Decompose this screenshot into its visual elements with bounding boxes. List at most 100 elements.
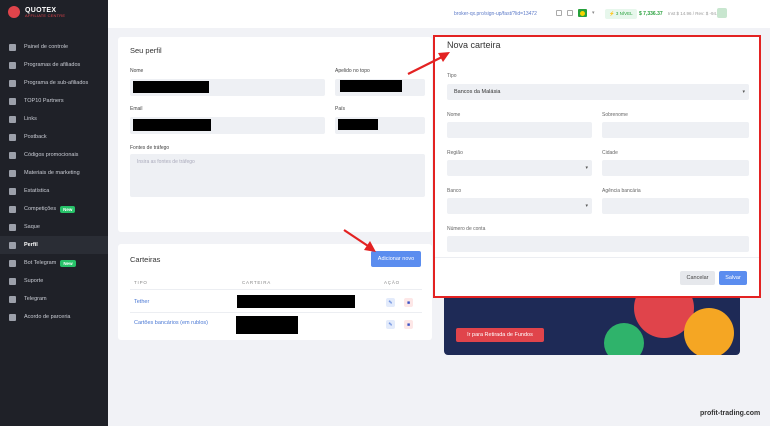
sidebar-item-label: Suporte: [24, 278, 44, 284]
sidebar-item-label: Competições: [24, 206, 57, 212]
trash-icon[interactable]: ■: [404, 320, 413, 329]
trash-icon[interactable]: ■: [404, 298, 413, 307]
name-label: Nome: [130, 68, 144, 74]
city-input[interactable]: [602, 160, 749, 176]
chevron-down-icon[interactable]: ▾: [592, 10, 595, 16]
qr-icon[interactable]: [567, 10, 573, 16]
sidebar-item-label: Postback: [24, 134, 47, 140]
sidebar-item-label: Bot Telegram: [24, 260, 57, 266]
grid-icon: [9, 43, 16, 51]
folder-icon: [9, 61, 16, 69]
row-divider: [130, 289, 422, 290]
sidebar-item-label: Acordo de parceria: [24, 314, 71, 320]
level-badge: ⚡ 3 NÍVEL: [605, 9, 637, 19]
telegram-icon: [9, 295, 16, 303]
sidebar-item-7[interactable]: Materiais de marketing: [0, 164, 108, 182]
sidebar-item-1[interactable]: Programas de afiliados: [0, 56, 108, 74]
sidebar-item-label: Links: [24, 116, 37, 122]
brazil-flag-icon[interactable]: [578, 9, 587, 17]
copy-icon[interactable]: [556, 10, 562, 16]
traffic-label: Fontes de tráfego: [130, 145, 170, 151]
trophy-icon: [9, 205, 16, 213]
country-label: País: [335, 106, 346, 112]
sidebar-item-13[interactable]: Suporte: [0, 272, 108, 290]
modal-title: Nova carteira: [447, 40, 501, 50]
sidebar-item-15[interactable]: Acordo de parceria: [0, 308, 108, 326]
sidebar-item-14[interactable]: Telegram: [0, 290, 108, 308]
annotation-arrow-modal: [407, 52, 450, 75]
cancel-button[interactable]: Cancelar: [680, 271, 715, 285]
edit-icon[interactable]: ✎: [386, 298, 395, 307]
sidebar-item-0[interactable]: Painel de controle: [0, 38, 108, 56]
sidebar-item-12[interactable]: Bot Telegram New: [0, 254, 108, 272]
sidebar-item-3[interactable]: TOP10 Partners: [0, 92, 108, 110]
redacted-name: [133, 81, 209, 93]
document-icon: [9, 313, 16, 321]
type-select[interactable]: Bancos da Malásia ▾: [447, 84, 749, 100]
sidebar-item-5[interactable]: Postback: [0, 128, 108, 146]
surname-input[interactable]: [602, 122, 749, 138]
sidebar-item-label: Materiais de marketing: [24, 170, 80, 176]
sidebar-item-label: Estatística: [24, 188, 50, 194]
decorative-circle: [684, 308, 734, 355]
referral-url[interactable]: broker-qx.pro/sign-up/fast/?lid=13472: [454, 11, 537, 17]
bot-icon: [9, 259, 16, 267]
sidebar-item-8[interactable]: Estatística: [0, 182, 108, 200]
new-badge: New: [60, 259, 76, 267]
pie-chart-icon: [9, 187, 16, 195]
redacted-country: [338, 119, 378, 130]
sidebar-item-label: TOP10 Partners: [24, 98, 64, 104]
nickname-label: Apelido no topo: [335, 68, 370, 74]
region-label: Região: [447, 150, 463, 156]
avatar[interactable]: [717, 8, 727, 18]
balance: $ 7,336.37: [639, 11, 663, 17]
edit-icon[interactable]: ✎: [386, 320, 395, 329]
sidebar-menu: Painel de controle Programas de afiliados…: [0, 38, 108, 326]
user-icon: [9, 241, 16, 249]
sidebar-item-label: Códigos promocionais: [24, 152, 79, 158]
sidebar-item-10[interactable]: Saque: [0, 218, 108, 236]
sidebar: QUOTEX AFFILIATE CENTRE Painel de contro…: [0, 0, 108, 426]
sidebar-item-6[interactable]: Códigos promocionais: [0, 146, 108, 164]
sidebar-item-label: Programas de afiliados: [24, 62, 81, 68]
email-label: Email: [130, 106, 143, 112]
traffic-sources-input[interactable]: Insira as fontes de tráfego: [130, 154, 425, 197]
support-icon: [9, 277, 16, 285]
sidebar-item-4[interactable]: Links: [0, 110, 108, 128]
row-divider: [130, 312, 422, 313]
sidebar-item-label: Saque: [24, 224, 40, 230]
topbar: broker-qx.pro/sign-up/fast/?lid=13472 ▾ …: [108, 0, 770, 28]
marketing-icon: [9, 169, 16, 177]
sidebar-item-2[interactable]: Programa de sub-afiliados: [0, 74, 108, 92]
sidebar-item-label: Painel de controle: [24, 44, 69, 50]
branch-input[interactable]: [602, 198, 749, 214]
sidebar-item-11[interactable]: Perfil: [0, 236, 108, 254]
modal-divider: [435, 257, 759, 258]
redacted-nickname: [340, 80, 402, 92]
withdraw-funds-button[interactable]: Ir para Retirada de Fundos: [456, 328, 544, 342]
chevron-down-icon: ▾: [585, 203, 588, 209]
wallet-type-bank-cards[interactable]: Cartões bancários (em rublos): [134, 320, 208, 326]
bank-label: Banco: [447, 188, 462, 194]
wallet-type-tether[interactable]: Tether: [134, 299, 149, 305]
account-number-input[interactable]: [447, 236, 749, 252]
name-label: Nome: [447, 112, 461, 118]
save-button[interactable]: Salvar: [719, 271, 747, 285]
branch-label: Agência bancária: [602, 188, 641, 194]
name-input[interactable]: [447, 122, 592, 138]
brand-logo[interactable]: QUOTEX AFFILIATE CENTRE: [0, 0, 108, 24]
redacted-wallet-address: [237, 295, 355, 308]
column-action: AÇÃO: [384, 280, 400, 285]
redacted-email: [133, 119, 211, 131]
link-icon: [9, 115, 16, 123]
sidebar-item-label: Perfil: [24, 242, 38, 248]
withdraw-banner: Ir para Retirada de Fundos: [444, 298, 740, 355]
bank-select[interactable]: ▾: [447, 198, 592, 214]
sidebar-item-9[interactable]: Competições New: [0, 200, 108, 218]
region-select[interactable]: ▾: [447, 160, 592, 176]
city-label: Cidade: [602, 150, 618, 156]
decorative-circle: [604, 323, 644, 355]
new-badge: New: [60, 205, 76, 213]
redacted-wallet-address: [236, 316, 298, 334]
postback-icon: [9, 133, 16, 141]
